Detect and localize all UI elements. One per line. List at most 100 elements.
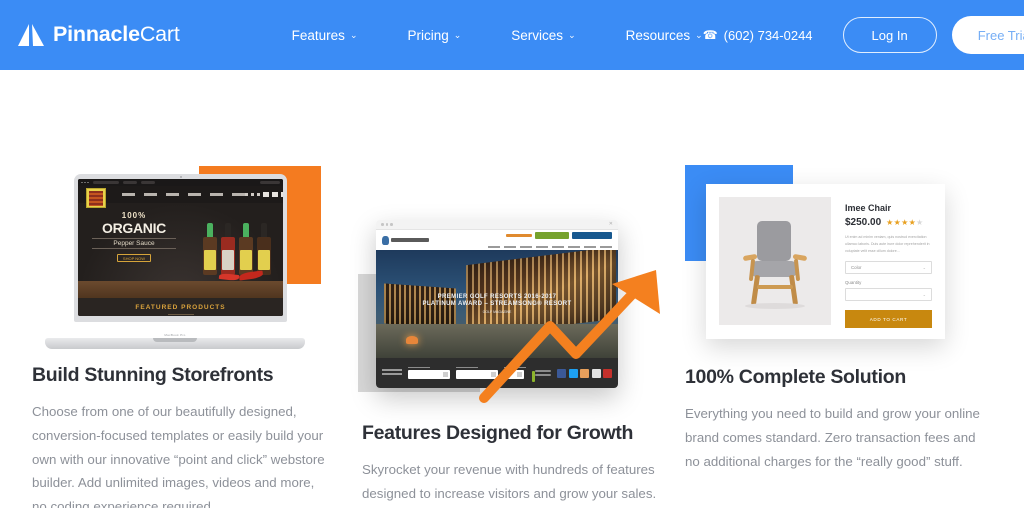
sauce-bottle-icon xyxy=(221,223,235,275)
browser-chrome-bar xyxy=(78,179,283,186)
logo[interactable]: PinnacleCart xyxy=(16,22,180,48)
hero-100-label: 100% xyxy=(121,211,147,220)
sauce-bottles-group xyxy=(203,223,271,275)
booking-label xyxy=(382,369,402,377)
nav-item-resources[interactable]: Resources ⌄ xyxy=(626,28,703,43)
chili-pepper-icon xyxy=(218,272,240,281)
store-hero-text: 100% ORGANIC Pepper Sauce SHOP NOW xyxy=(92,211,176,262)
url-bar xyxy=(92,181,119,184)
instagram-icon[interactable] xyxy=(591,368,601,378)
chevron-down-icon: ⌄ xyxy=(349,29,358,40)
phone-number: (602) 734-0244 xyxy=(723,27,813,43)
departure-date-field[interactable] xyxy=(456,366,498,380)
column-title: 100% Complete Solution xyxy=(685,366,906,388)
logo-text-bold: Pinnacle xyxy=(53,22,140,47)
resort-logo-icon xyxy=(382,235,429,245)
nav-item-services[interactable]: Services ⌄ xyxy=(511,28,575,43)
logo-text: PinnacleCart xyxy=(53,24,180,46)
follow-us-label xyxy=(534,370,551,376)
nav-item-features[interactable]: Features ⌄ xyxy=(292,28,358,43)
laptop-illustration: 100% ORGANIC Pepper Sauce SHOP NOW FEATU… xyxy=(32,156,362,356)
free-trial-button[interactable]: Free Trial xyxy=(951,16,1024,54)
resort-reservation-button[interactable] xyxy=(572,232,612,239)
nav-item-pricing[interactable]: Pricing ⌄ xyxy=(407,28,461,43)
guests-field[interactable] xyxy=(504,366,526,380)
header-actions: ☎ (602) 734-0244 Log In Free Trial xyxy=(703,16,1024,54)
resort-navbar xyxy=(376,230,618,250)
phone-icon: ☎ xyxy=(702,28,718,42)
logo-text-light: Cart xyxy=(139,22,180,47)
sauce-bottle-icon xyxy=(239,223,253,275)
window-dots-icon xyxy=(81,181,89,184)
tab-pill xyxy=(140,181,155,184)
social-links xyxy=(534,368,612,378)
login-button[interactable]: Log In xyxy=(842,17,937,53)
column-text-block: Features Designed for Growth Skyrocket y… xyxy=(362,422,662,508)
column-text-block: Build Stunning Storefronts Choose from o… xyxy=(32,364,332,508)
color-select-label: Color xyxy=(851,265,862,271)
resort-header-buttons xyxy=(506,232,612,239)
twitter-icon[interactable] xyxy=(568,368,578,378)
resort-booking-bar xyxy=(376,358,618,388)
column-body: Everything you need to build and grow yo… xyxy=(685,406,980,469)
add-to-cart-button[interactable]: ADD TO CART xyxy=(845,310,932,329)
rating-stars-filled: ★★★★ xyxy=(886,217,917,227)
chevron-down-icon: ⌄ xyxy=(922,292,926,298)
pinnacle-mountain-logo-icon xyxy=(18,24,44,46)
quantity-label: Quantity xyxy=(845,280,862,286)
chevron-down-icon: ⌄ xyxy=(568,29,576,40)
store-featured-section: FEATURED PRODUCTS xyxy=(78,298,283,316)
chevron-down-icon: ⌄ xyxy=(695,29,703,40)
tab-pill xyxy=(122,181,137,184)
resort-caption-line1: PREMIER GOLF RESORTS 2016-2017 xyxy=(437,294,557,300)
product-image xyxy=(719,197,831,325)
nav-item-pricing-label: Pricing xyxy=(407,27,449,43)
resort-hero-image: PREMIER GOLF RESORTS 2016-2017 PLATINUM … xyxy=(376,250,618,358)
laptop-lid: 100% ORGANIC Pepper Sauce SHOP NOW FEATU… xyxy=(74,174,287,322)
resort-book-button[interactable] xyxy=(535,232,569,239)
pinterest-icon[interactable] xyxy=(580,368,589,378)
color-select[interactable]: Color ⌄ xyxy=(845,261,932,275)
laptop-camera-icon xyxy=(179,176,182,178)
resort-caption-line2: PLATINUM AWARD – STREAMSONG® RESORT xyxy=(422,301,572,307)
product-card-illustration: Imee Chair $250.00 ★★★★★ Ut enim ad mini… xyxy=(685,156,985,356)
nav-item-resources-label: Resources xyxy=(625,27,691,43)
arrival-date-field[interactable] xyxy=(408,366,450,380)
laptop-brand-label: MacBook Pro xyxy=(164,333,186,337)
feature-column-complete-solution: Imee Chair $250.00 ★★★★★ Ut enim ad mini… xyxy=(685,156,985,473)
store-counter-surface xyxy=(78,281,283,298)
resort-hero-caption: PREMIER GOLF RESORTS 2016-2017 PLATINUM … xyxy=(376,294,618,314)
laptop-device: 100% ORGANIC Pepper Sauce SHOP NOW FEATU… xyxy=(45,174,305,349)
product-card: Imee Chair $250.00 ★★★★★ Ut enim ad mini… xyxy=(706,184,945,339)
rating-stars-empty: ★ xyxy=(916,217,924,227)
close-icon[interactable]: ✕ xyxy=(609,222,613,227)
store-navbar xyxy=(78,186,283,208)
store-nav-icons xyxy=(245,192,283,197)
nav-item-features-label: Features xyxy=(291,27,345,43)
hero-organic-label: ORGANIC xyxy=(101,220,166,236)
nav-item-services-label: Services xyxy=(511,27,564,43)
column-text-block: 100% Complete Solution Everything you ne… xyxy=(685,366,985,473)
hero-shop-now-button[interactable]: SHOP NOW xyxy=(117,254,151,262)
resort-nav-links xyxy=(488,246,612,248)
resort-phone-text xyxy=(506,233,532,238)
product-info: Imee Chair $250.00 ★★★★★ Ut enim ad mini… xyxy=(845,197,932,329)
resort-caption-line3: GOLF MAGAZINE xyxy=(482,310,512,314)
store-hero: 100% ORGANIC Pepper Sauce SHOP NOW xyxy=(78,203,283,281)
quantity-select[interactable]: ⌄ xyxy=(845,288,932,302)
product-name: Imee Chair xyxy=(845,203,892,213)
chevron-down-icon: ⌄ xyxy=(922,265,926,271)
divider xyxy=(167,314,194,315)
window-dots-icon xyxy=(381,223,393,226)
product-price-row: $250.00 ★★★★★ xyxy=(845,217,932,228)
column-body: Skyrocket your revenue with hundreds of … xyxy=(362,462,657,502)
browser-window: ✕ PREMIER GOLF RESORTS 2016-2017 PLATINU… xyxy=(376,220,618,388)
youtube-icon[interactable] xyxy=(603,368,612,378)
store-nav-links xyxy=(122,193,245,196)
browser-titlebar: ✕ xyxy=(376,220,618,230)
site-header: PinnacleCart Features ⌄ Pricing ⌄ Servic… xyxy=(0,0,1024,70)
browser-window-illustration: ✕ PREMIER GOLF RESORTS 2016-2017 PLATINU… xyxy=(358,212,682,412)
facebook-icon[interactable] xyxy=(557,368,566,378)
phone-link[interactable]: ☎ (602) 734-0244 xyxy=(703,28,813,43)
column-title: Features Designed for Growth xyxy=(362,422,634,444)
